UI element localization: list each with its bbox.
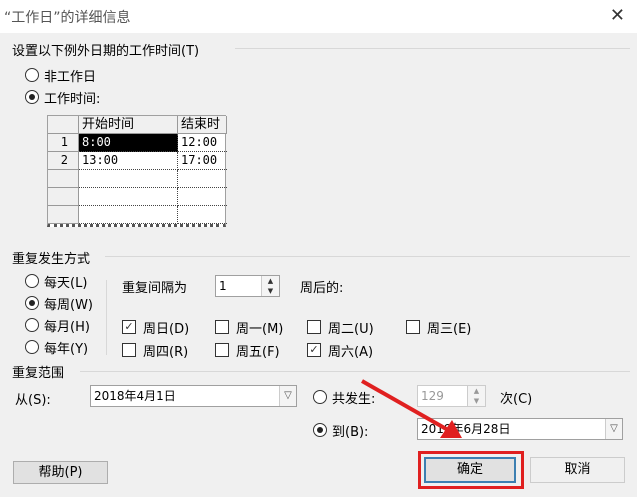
annotation-arrow <box>361 379 462 438</box>
arrow-shaft <box>361 379 449 432</box>
